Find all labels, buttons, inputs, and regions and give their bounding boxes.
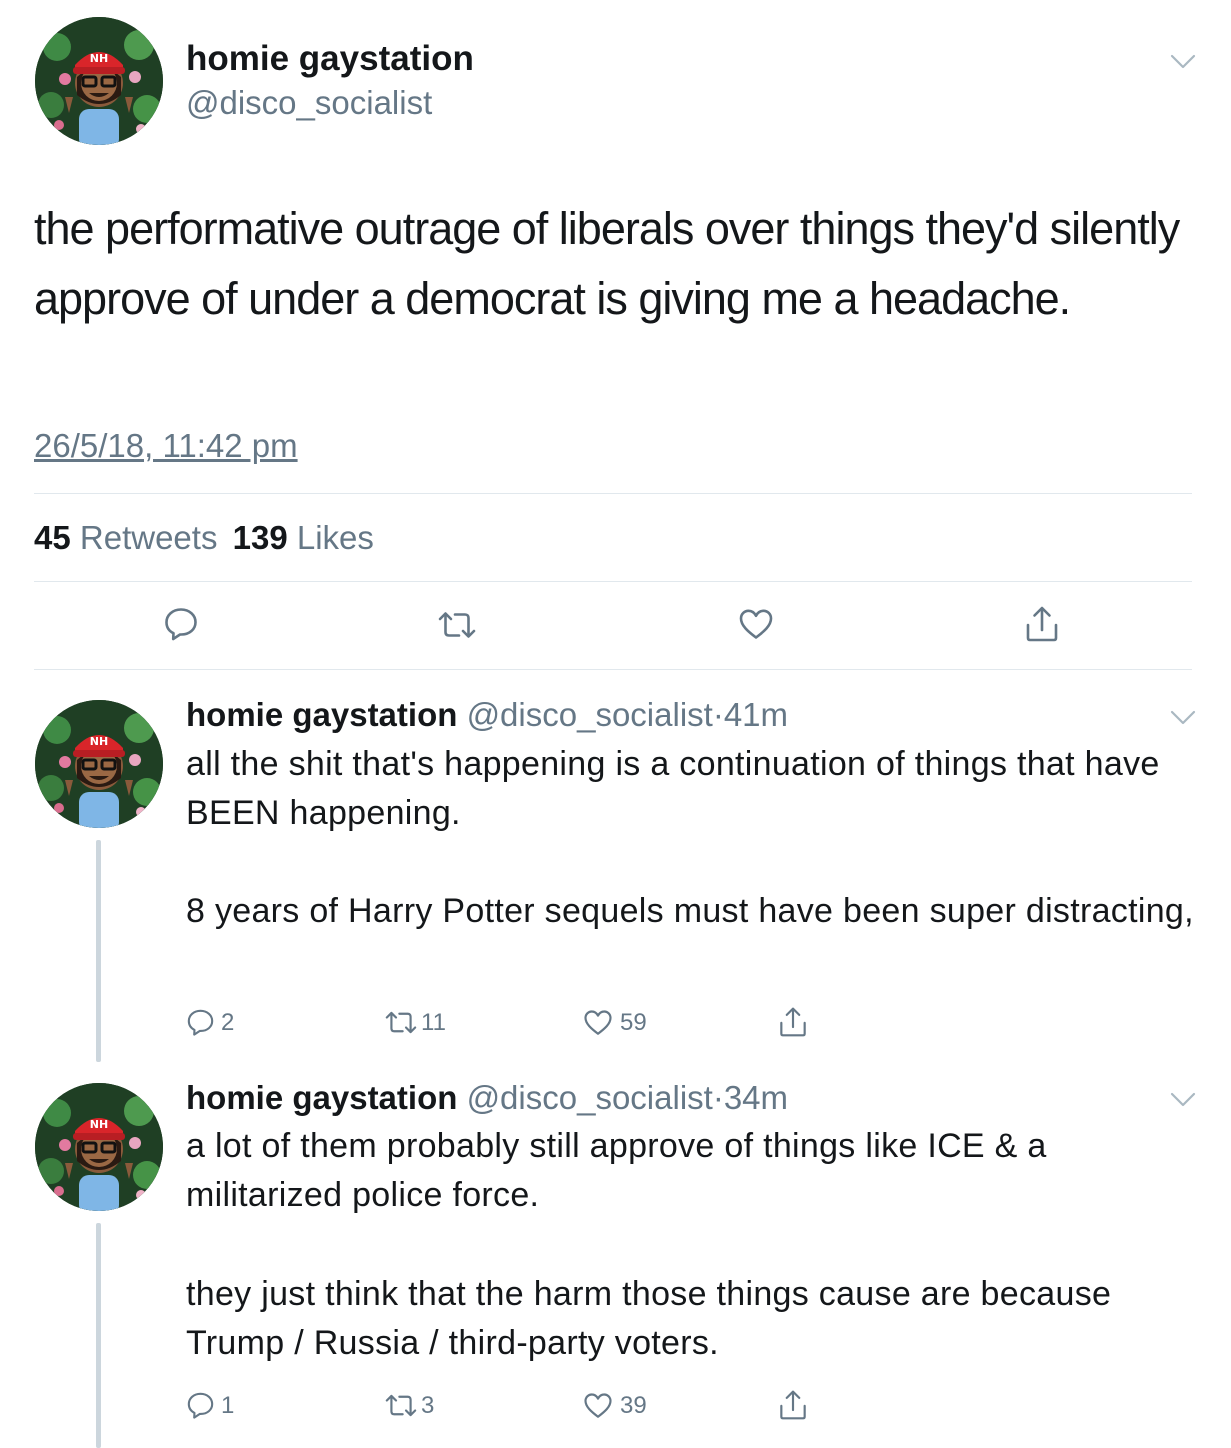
user-handle[interactable]: @disco_socialist	[186, 83, 432, 123]
reply-text-paragraph: 8 years of Harry Potter sequels must hav…	[186, 892, 1194, 930]
display-name[interactable]: homie gaystation	[186, 696, 457, 733]
like-count: 59	[620, 1009, 647, 1036]
profile-picture	[35, 700, 163, 828]
reply-count: 2	[221, 1009, 235, 1036]
heart-icon[interactable]	[583, 1392, 613, 1419]
reply-header: homie gaystation @disco_socialist·34m	[186, 1077, 788, 1119]
share-icon[interactable]	[1024, 605, 1060, 643]
reply-icon[interactable]	[163, 606, 199, 642]
like-count: 39	[620, 1392, 647, 1419]
share-icon[interactable]	[778, 1389, 808, 1421]
divider	[34, 581, 1192, 582]
reply-header: homie gaystation @disco_socialist·41m	[186, 694, 788, 736]
reply-icon[interactable]	[186, 1391, 215, 1420]
heart-icon[interactable]	[738, 608, 774, 640]
tweet-time[interactable]: 34m	[724, 1079, 788, 1116]
separator: ·	[712, 1079, 724, 1116]
avatar[interactable]	[35, 700, 163, 828]
tweet-stats: 45 Retweets 139 Likes	[34, 518, 374, 558]
tweet-time[interactable]: 41m	[724, 696, 788, 733]
tweet-text: the performative outrage of liberals ove…	[34, 203, 1180, 324]
user-handle[interactable]: @disco_socialist	[467, 696, 713, 733]
share-icon[interactable]	[778, 1006, 808, 1038]
tweet-timestamp[interactable]: 26/5/18, 11:42 pm	[34, 425, 298, 467]
reply-text-paragraph: all the shit that's happening is a conti…	[186, 745, 1160, 832]
display-name[interactable]: homie gaystation	[186, 38, 474, 80]
chevron-down-icon[interactable]	[1170, 1092, 1196, 1108]
thread-line	[96, 840, 101, 1062]
retweet-count: 3	[421, 1392, 435, 1419]
retweets-count[interactable]: 45	[34, 519, 71, 556]
profile-picture	[35, 1083, 163, 1211]
avatar[interactable]	[35, 17, 163, 145]
divider	[34, 669, 1192, 670]
retweet-icon[interactable]	[437, 610, 477, 640]
reply-count: 1	[221, 1392, 235, 1419]
chevron-down-icon[interactable]	[1170, 710, 1196, 726]
retweets-label[interactable]: Retweets	[80, 519, 218, 556]
display-name[interactable]: homie gaystation	[186, 1079, 457, 1116]
separator: ·	[712, 696, 724, 733]
likes-count[interactable]: 139	[233, 519, 288, 556]
retweet-icon[interactable]	[384, 1010, 418, 1035]
reply-text-paragraph: they just think that the harm those thin…	[186, 1275, 1112, 1362]
retweet-count: 11	[421, 1009, 446, 1036]
likes-label[interactable]: Likes	[297, 519, 374, 556]
avatar[interactable]	[35, 1083, 163, 1211]
user-handle[interactable]: @disco_socialist	[467, 1079, 713, 1116]
thread-line	[96, 1223, 101, 1448]
heart-icon[interactable]	[583, 1009, 613, 1036]
retweet-icon[interactable]	[384, 1393, 418, 1418]
reply-icon[interactable]	[186, 1008, 215, 1037]
divider	[34, 493, 1192, 494]
profile-picture	[35, 17, 163, 145]
chevron-down-icon[interactable]	[1170, 54, 1196, 70]
reply-text-paragraph: a lot of them probably still approve of …	[186, 1127, 1047, 1214]
